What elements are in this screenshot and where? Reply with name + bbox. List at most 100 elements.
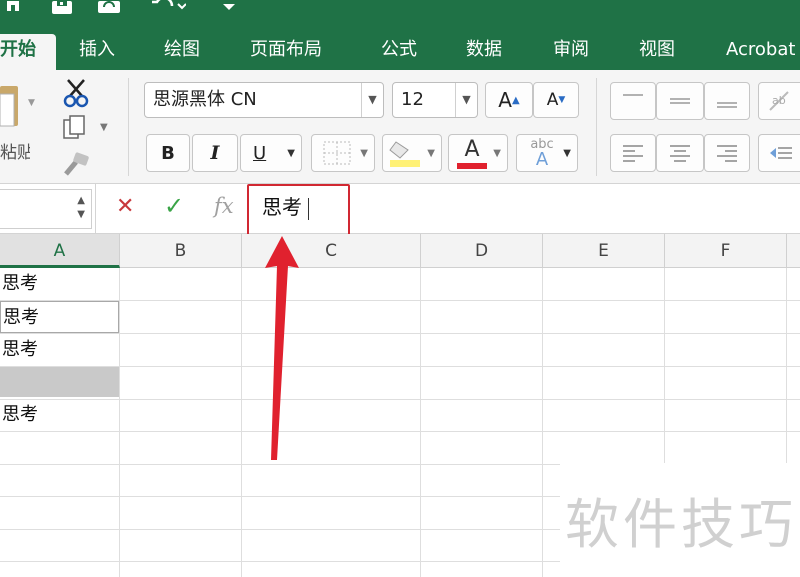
orientation-icon: ab (769, 91, 789, 111)
fill-color-icon (389, 141, 420, 167)
annotation-arrow (265, 236, 299, 460)
chevron-down-icon[interactable]: ▼ (455, 83, 477, 117)
font-color-icon: A (457, 137, 487, 169)
save-icon[interactable] (50, 0, 74, 14)
tab-formulas[interactable]: 公式 (381, 34, 417, 70)
align-top-icon (623, 94, 643, 96)
ribbon-divider (128, 78, 129, 176)
format-painter-button[interactable] (62, 152, 92, 180)
cell-a2[interactable]: 思考 (0, 301, 119, 333)
font-color-button[interactable]: A ▼ (448, 134, 508, 172)
paste-label: 粘贴 (0, 143, 30, 163)
arrow-up-icon: ▲ (511, 94, 520, 106)
increase-font-button[interactable]: A ▲ (485, 82, 533, 118)
gridline (420, 268, 421, 577)
function-icon[interactable]: fx (214, 194, 234, 218)
formula-separator (95, 184, 96, 234)
gridline (0, 366, 800, 367)
bold-button[interactable]: B (146, 134, 190, 172)
align-center-button[interactable] (656, 134, 704, 172)
align-bottom-button[interactable] (704, 82, 750, 120)
cut-button[interactable] (62, 78, 92, 108)
format-painter-icon (64, 152, 89, 176)
align-middle-icon (670, 98, 690, 104)
align-bottom-icon (717, 102, 737, 108)
column-header-b[interactable]: B (120, 234, 242, 268)
home-icon[interactable] (4, 0, 22, 14)
paste-button[interactable]: ▼ 粘贴 (0, 82, 44, 172)
paste-icon (0, 86, 18, 127)
gridline (0, 431, 800, 432)
cell-a4[interactable] (0, 367, 119, 397)
column-header-f[interactable]: F (665, 234, 787, 268)
enter-icon[interactable]: ✓ (164, 192, 184, 220)
tab-page-layout[interactable]: 页面布局 (250, 34, 322, 70)
copy-icon (63, 115, 85, 139)
formula-bar: ▲ ▼ ✕ ✓ fx 思考 (0, 184, 800, 234)
svg-text:ab: ab (772, 94, 786, 107)
copy-button[interactable]: ▼ (62, 114, 112, 144)
font-size-combo[interactable]: 12 ▼ (392, 82, 478, 118)
underline-icon: U (253, 142, 267, 164)
gridline (0, 399, 800, 400)
align-right-icon (717, 145, 737, 162)
tab-view[interactable]: 视图 (639, 34, 675, 70)
ribbon-divider (596, 78, 597, 176)
gridline (241, 268, 242, 577)
tab-draw[interactable]: 绘图 (164, 34, 200, 70)
increase-font-icon: A (498, 88, 512, 112)
highlight-box (247, 184, 350, 237)
cell-a5[interactable]: 思考 (0, 399, 119, 431)
tab-insert[interactable]: 插入 (79, 34, 115, 70)
orientation-button[interactable]: ab (758, 82, 800, 120)
name-box[interactable]: ▲ ▼ (0, 189, 92, 229)
ribbon-tab-row: 开始 插入 绘图 页面布局 公式 数据 审阅 视图 Acrobat (0, 34, 800, 70)
font-color-letter: A (464, 137, 480, 162)
gridline (542, 268, 543, 577)
align-left-icon (623, 145, 643, 162)
cell-a1[interactable]: 思考 (0, 268, 119, 300)
phonetic-icon: abc A (527, 137, 557, 169)
font-name-value: 思源黑体 CN (153, 89, 257, 110)
bold-icon: B (161, 142, 175, 164)
decrease-font-icon: A (546, 90, 559, 110)
customize-icon[interactable] (222, 0, 236, 14)
sync-icon[interactable] (96, 0, 122, 14)
italic-button[interactable]: I (192, 134, 238, 172)
borders-icon (323, 141, 351, 165)
tab-review[interactable]: 审阅 (553, 34, 589, 70)
font-size-value: 12 (401, 89, 424, 110)
borders-button[interactable]: ▼ (311, 134, 375, 172)
column-header-row: A B C D E F (0, 234, 800, 268)
decrease-indent-button[interactable] (758, 134, 800, 172)
column-header-a[interactable]: A (0, 234, 120, 268)
italic-icon: I (210, 142, 220, 164)
align-middle-button[interactable] (656, 82, 704, 120)
undo-icon[interactable] (148, 0, 186, 14)
name-box-stepper-icon[interactable]: ▲ ▼ (77, 194, 85, 222)
underline-button[interactable]: U ▼ (240, 134, 302, 172)
font-color-swatch (457, 163, 487, 169)
tab-data[interactable]: 数据 (466, 34, 502, 70)
column-header-d[interactable]: D (421, 234, 543, 268)
column-header-e[interactable]: E (543, 234, 665, 268)
cancel-icon[interactable]: ✕ (116, 194, 134, 219)
chevron-down-icon[interactable]: ▼ (361, 83, 383, 117)
decrease-indent-icon (770, 147, 792, 159)
align-center-icon (670, 145, 690, 162)
align-right-button[interactable] (704, 134, 750, 172)
gridline (0, 333, 800, 334)
gridline (119, 268, 120, 577)
decrease-font-button[interactable]: A ▼ (533, 82, 579, 118)
align-left-button[interactable] (610, 134, 656, 172)
ribbon-home: ▼ 粘贴 ▼ 思源黑体 CN ▼ 12 ▼ A ▲ A ▼ B I U ▼ ▼ … (0, 70, 800, 184)
tab-acrobat[interactable]: Acrobat (726, 34, 795, 70)
font-name-combo[interactable]: 思源黑体 CN ▼ (144, 82, 384, 118)
fill-color-button[interactable]: ▼ (382, 134, 442, 172)
watermark-text: 软件技巧 (565, 493, 797, 556)
tab-home[interactable]: 开始 (0, 34, 56, 70)
quick-access-toolbar (0, 0, 800, 34)
align-top-button[interactable] (610, 82, 656, 120)
phonetic-button[interactable]: abc A ▼ (516, 134, 578, 172)
cell-a3[interactable]: 思考 (0, 334, 119, 366)
